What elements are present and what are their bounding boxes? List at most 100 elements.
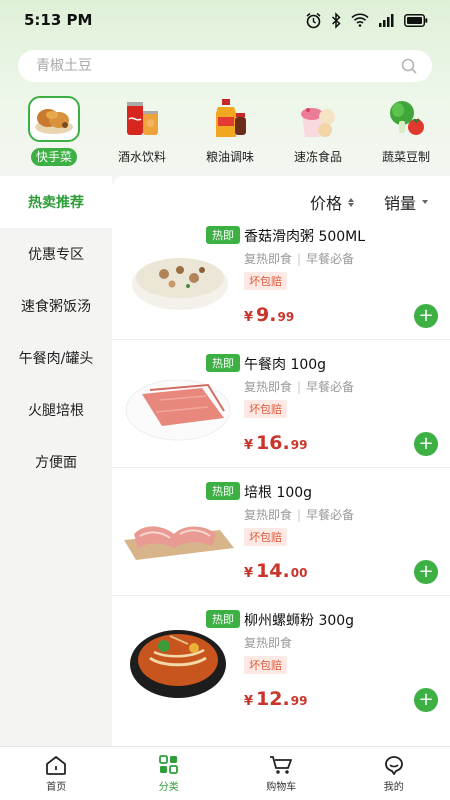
- plus-icon: +: [418, 433, 434, 454]
- product-card[interactable]: 热即 午餐肉 100g 复热即食 | 早餐必备 坏包赔 ¥ 16. 99 +: [112, 340, 450, 468]
- product-tags: 复热即食 | 早餐必备: [244, 250, 354, 267]
- guarantee-badge: 坏包赔: [244, 528, 287, 546]
- tab-home[interactable]: 首页: [0, 747, 113, 800]
- product-tag: 早餐必备: [306, 252, 355, 266]
- sidebar-item-canned[interactable]: 午餐肉/罐头: [0, 332, 112, 384]
- product-card[interactable]: 热即 培根 100g 复热即食 | 早餐必备 坏包赔 ¥ 14. 00 +: [112, 468, 450, 596]
- category-kuaishoucai[interactable]: 快手菜: [10, 96, 98, 172]
- signal-icon: [379, 14, 394, 27]
- product-tag: 早餐必备: [306, 508, 355, 522]
- price-decimal: 00: [290, 566, 308, 580]
- price-decimal: 99: [290, 438, 308, 452]
- tab-label: 分类: [158, 781, 179, 793]
- sort-arrows-icon: [422, 200, 428, 204]
- add-to-cart-button[interactable]: +: [414, 560, 438, 584]
- guarantee-badge: 坏包赔: [244, 656, 287, 674]
- category-jiushuiyinliao[interactable]: 酒水饮料: [98, 96, 186, 172]
- profile-icon: [384, 755, 403, 775]
- price-symbol: ¥: [244, 566, 254, 581]
- drink-cans-icon: [116, 96, 168, 142]
- search-input[interactable]: [36, 58, 400, 74]
- tab-profile[interactable]: 我的: [338, 747, 450, 800]
- category-label: 快手菜: [30, 148, 77, 166]
- home-icon: [46, 755, 67, 775]
- product-name: 香菇滑肉粥 500ML: [244, 229, 366, 245]
- tab-label: 购物车: [266, 781, 297, 793]
- tag-divider: |: [297, 379, 302, 394]
- bottom-tab-bar: 首页 分类 购物车 我的: [0, 746, 450, 800]
- product-price: ¥ 12. 99: [244, 688, 307, 710]
- sort-by-sales[interactable]: 销量: [384, 190, 428, 214]
- category-grid-icon: [158, 754, 178, 774]
- sidebar-item-noodles[interactable]: 方便面: [0, 436, 112, 488]
- hot-badge: 热即: [206, 610, 240, 628]
- product-tags: 复热即食 | 早餐必备: [244, 506, 354, 523]
- oil-bottle-icon: [204, 96, 256, 142]
- price-integer: 9.: [256, 304, 277, 326]
- hot-badge: 热即: [206, 482, 240, 500]
- category-sudongshipin[interactable]: 速冻食品: [274, 96, 362, 172]
- plus-icon: +: [418, 305, 434, 326]
- plus-icon: +: [418, 561, 434, 582]
- category-liangyoutiaowei[interactable]: 粮油调味: [186, 96, 274, 172]
- category-label: 粮油调味: [205, 150, 254, 164]
- tag-divider: |: [297, 251, 302, 266]
- tab-cart[interactable]: 购物车: [225, 747, 338, 800]
- tag-divider: |: [297, 507, 302, 522]
- product-tags: 复热即食: [244, 634, 292, 651]
- frozen-dessert-icon: [292, 96, 344, 142]
- tab-label: 我的: [383, 781, 404, 793]
- status-time: 5:13 PM: [24, 11, 93, 29]
- porridge-bowl-icon: 热即: [120, 222, 240, 322]
- product-tag: 复热即食: [244, 508, 293, 522]
- category-shucaidouzhi[interactable]: 蔬菜豆制: [362, 96, 450, 172]
- price-symbol: ¥: [244, 310, 254, 325]
- sort-sales-label: 销量: [383, 194, 416, 213]
- sidebar: 热卖推荐 优惠专区 速食粥饭汤 午餐肉/罐头 火腿培根 方便面: [0, 176, 112, 746]
- sort-price-label: 价格: [309, 194, 342, 213]
- cart-icon: [270, 755, 293, 774]
- hot-badge: 热即: [206, 226, 240, 244]
- search-bar[interactable]: [18, 50, 432, 82]
- add-to-cart-button[interactable]: +: [414, 432, 438, 456]
- wifi-icon: [351, 13, 369, 27]
- status-bar: 5:13 PM: [0, 0, 450, 40]
- status-icons: [305, 11, 428, 29]
- fried-food-icon: [28, 96, 80, 142]
- tab-category[interactable]: 分类: [113, 747, 226, 800]
- price-decimal: 99: [277, 310, 295, 324]
- add-to-cart-button[interactable]: +: [414, 688, 438, 712]
- price-integer: 16.: [256, 432, 290, 454]
- add-to-cart-button[interactable]: +: [414, 304, 438, 328]
- sidebar-item-instant-meals[interactable]: 速食粥饭汤: [0, 280, 112, 332]
- product-price: ¥ 16. 99: [244, 432, 307, 454]
- product-tag: 复热即食: [244, 252, 293, 266]
- product-tag: 复热即食: [244, 380, 293, 394]
- product-name: 午餐肉 100g: [244, 357, 327, 373]
- product-card[interactable]: 热即 香菇滑肉粥 500ML 复热即食 | 早餐必备 坏包赔 ¥ 9. 99 +: [112, 212, 450, 340]
- battery-icon: [404, 13, 428, 27]
- product-panel: 价格 销量 热即 香菇滑肉粥 500ML 复热即食 | 早餐必备 坏包赔 ¥ 9…: [112, 176, 450, 746]
- product-price: ¥ 14. 00: [244, 560, 307, 582]
- product-card[interactable]: 热即 柳州螺蛳粉 300g 复热即食 坏包赔 ¥ 12. 99 +: [112, 596, 450, 724]
- bacon-icon: 热即: [120, 478, 240, 578]
- guarantee-badge: 坏包赔: [244, 400, 287, 418]
- price-integer: 12.: [256, 688, 290, 710]
- category-label: 速冻食品: [293, 150, 342, 164]
- alarm-icon: [306, 12, 321, 28]
- product-tag: 复热即食: [244, 636, 293, 650]
- product-price: ¥ 9. 99: [244, 304, 294, 326]
- vegetable-icon: [380, 96, 432, 142]
- category-label: 蔬菜豆制: [381, 150, 430, 164]
- sidebar-item-discount[interactable]: 优惠专区: [0, 228, 112, 280]
- search-icon[interactable]: [400, 57, 418, 75]
- hot-badge: 热即: [206, 354, 240, 372]
- guarantee-badge: 坏包赔: [244, 272, 287, 290]
- product-tags: 复热即食 | 早餐必备: [244, 378, 354, 395]
- sort-by-price[interactable]: 价格: [310, 190, 354, 214]
- sidebar-item-ham-bacon[interactable]: 火腿培根: [0, 384, 112, 436]
- sidebar-item-hot-recommend[interactable]: 热卖推荐: [0, 176, 112, 228]
- product-name: 培根 100g: [244, 485, 313, 501]
- tab-label: 首页: [46, 781, 67, 793]
- luncheon-meat-icon: 热即: [120, 350, 240, 450]
